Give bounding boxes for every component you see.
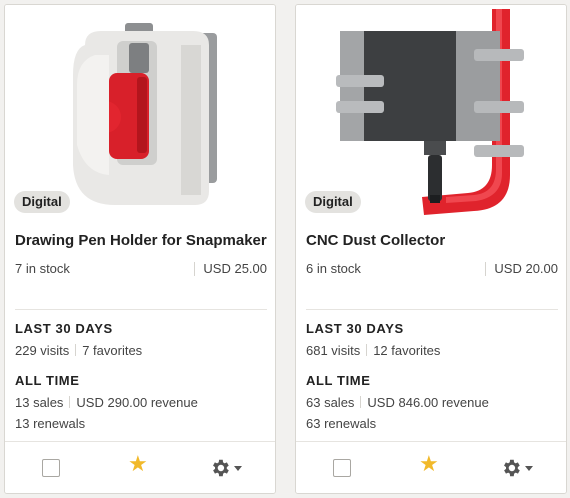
revenue-amount: USD 290.00 revenue bbox=[76, 395, 198, 410]
listing-price: USD 25.00 bbox=[194, 262, 267, 276]
separator bbox=[75, 344, 77, 356]
card-footer: ★ bbox=[5, 441, 275, 493]
last-30-days-stats: 229 visits 7 favorites bbox=[15, 343, 142, 358]
last-30-days-heading: LAST 30 DAYS bbox=[306, 321, 404, 336]
star-icon[interactable]: ★ bbox=[128, 454, 150, 476]
listing-title[interactable]: Drawing Pen Holder for Snapmaker bbox=[15, 231, 267, 251]
revenue-amount: USD 846.00 revenue bbox=[367, 395, 489, 410]
renewals-count: 63 renewals bbox=[306, 416, 377, 431]
select-checkbox[interactable] bbox=[333, 459, 351, 477]
last-30-days-heading: LAST 30 DAYS bbox=[15, 321, 113, 336]
divider bbox=[15, 309, 267, 310]
all-time-stats: 13 sales USD 290.00 revenue bbox=[15, 395, 198, 410]
caret-down-icon bbox=[234, 465, 242, 471]
digital-badge: Digital bbox=[305, 191, 361, 213]
stock-price-row: 6 in stock USD 20.00 bbox=[306, 259, 558, 279]
visits-count: 681 visits bbox=[306, 343, 361, 358]
select-checkbox[interactable] bbox=[42, 459, 60, 477]
card-footer: ★ bbox=[296, 441, 566, 493]
separator bbox=[360, 396, 362, 408]
renewals-count: 13 renewals bbox=[15, 416, 86, 431]
settings-menu-button[interactable] bbox=[500, 456, 540, 480]
settings-menu-button[interactable] bbox=[209, 456, 249, 480]
divider bbox=[306, 309, 558, 310]
visits-count: 229 visits bbox=[15, 343, 70, 358]
all-time-heading: ALL TIME bbox=[15, 373, 80, 388]
sales-count: 63 sales bbox=[306, 395, 355, 410]
listing-title[interactable]: CNC Dust Collector bbox=[306, 231, 558, 251]
favorites-count: 12 favorites bbox=[373, 343, 441, 358]
sales-count: 13 sales bbox=[15, 395, 64, 410]
listing-card: Digital Drawing Pen Holder for Snapmaker… bbox=[4, 4, 276, 494]
caret-down-icon bbox=[525, 465, 533, 471]
last-30-days-stats: 681 visits 12 favorites bbox=[306, 343, 440, 358]
stock-count: 6 in stock bbox=[306, 261, 361, 276]
listings-grid: Digital Drawing Pen Holder for Snapmaker… bbox=[0, 0, 570, 498]
star-icon[interactable]: ★ bbox=[419, 454, 441, 476]
stock-count: 7 in stock bbox=[15, 261, 70, 276]
stock-price-row: 7 in stock USD 25.00 bbox=[15, 259, 267, 279]
all-time-stats: 63 sales USD 846.00 revenue bbox=[306, 395, 489, 410]
listing-card: Digital CNC Dust Collector 6 in stock US… bbox=[295, 4, 567, 494]
separator bbox=[69, 396, 71, 408]
digital-badge: Digital bbox=[14, 191, 70, 213]
favorites-count: 7 favorites bbox=[82, 343, 143, 358]
gear-icon bbox=[504, 459, 520, 477]
gear-icon bbox=[213, 459, 229, 477]
listing-price: USD 20.00 bbox=[485, 262, 558, 276]
separator bbox=[366, 344, 368, 356]
all-time-heading: ALL TIME bbox=[306, 373, 371, 388]
